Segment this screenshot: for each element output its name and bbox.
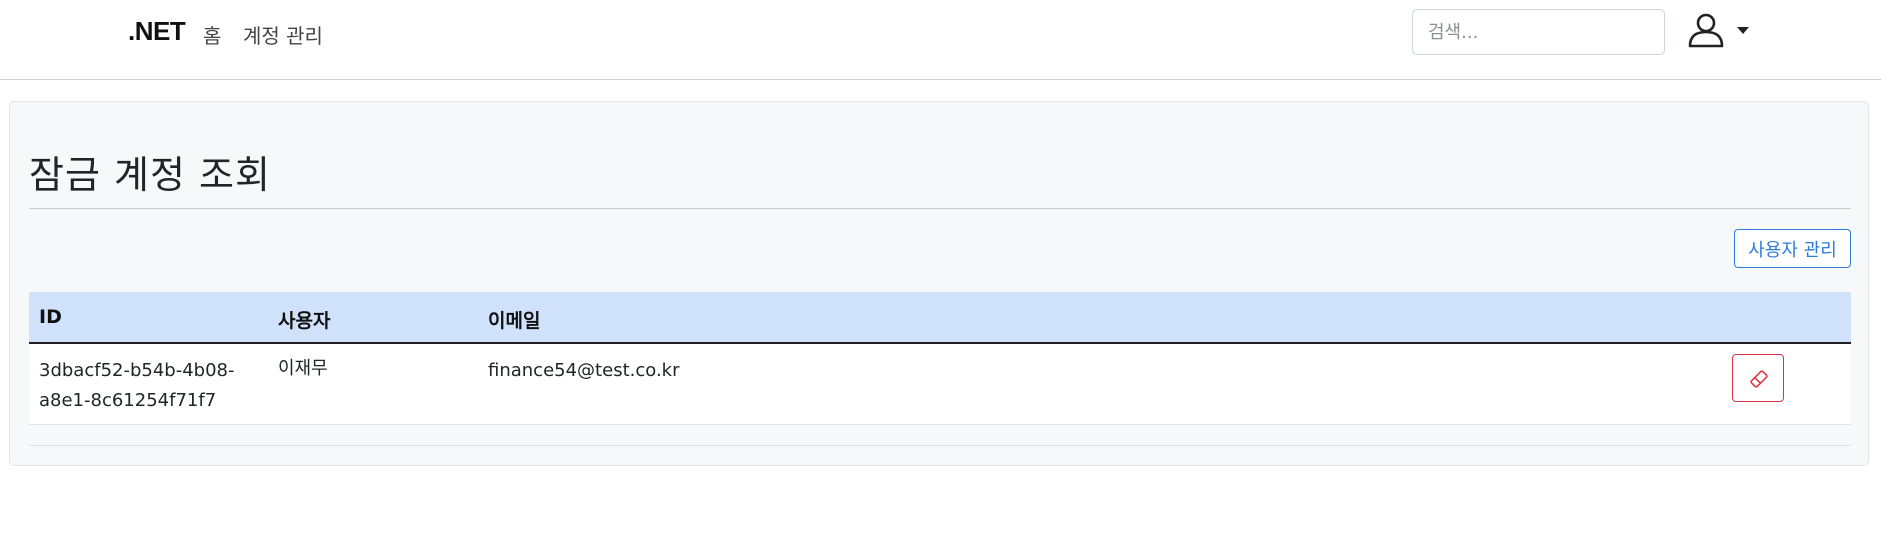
- column-header-email: 이메일: [488, 310, 541, 332]
- page-title: 잠금 계정 조회: [29, 153, 271, 197]
- unlock-account-button[interactable]: [1732, 354, 1784, 402]
- caret-down-icon: [1737, 27, 1749, 34]
- search-input[interactable]: [1412, 9, 1665, 55]
- nav-link-account-management[interactable]: 계정 관리: [243, 20, 323, 49]
- top-navbar: .NET 홈 계정 관리: [0, 0, 1881, 80]
- person-icon: [1688, 13, 1724, 48]
- cell-user: 이재무: [278, 358, 328, 379]
- locked-accounts-card: 잠금 계정 조회 사용자 관리 ID 사용자 이메일 3dbacf52-b54b…: [9, 101, 1869, 466]
- user-menu-toggle[interactable]: [1686, 12, 1752, 52]
- user-management-button[interactable]: 사용자 관리: [1734, 229, 1851, 268]
- eraser-icon: [1750, 370, 1768, 388]
- cell-id: 3dbacf52-b54b-4b08-a8e1-8c61254f71f7: [39, 360, 235, 411]
- table-header: ID 사용자 이메일: [29, 292, 1851, 344]
- title-divider: [29, 208, 1851, 209]
- brand-logo[interactable]: .NET: [128, 16, 186, 47]
- cell-email: finance54@test.co.kr: [488, 360, 680, 381]
- locked-accounts-table: ID 사용자 이메일 3dbacf52-b54b-4b08-a8e1-8c612…: [29, 292, 1851, 446]
- column-header-user: 사용자: [278, 310, 331, 332]
- table-footer: [29, 425, 1851, 446]
- table-row: 3dbacf52-b54b-4b08-a8e1-8c61254f71f7 이재무…: [29, 344, 1851, 425]
- nav-link-home[interactable]: 홈: [203, 20, 221, 49]
- column-header-id: ID: [39, 306, 62, 328]
